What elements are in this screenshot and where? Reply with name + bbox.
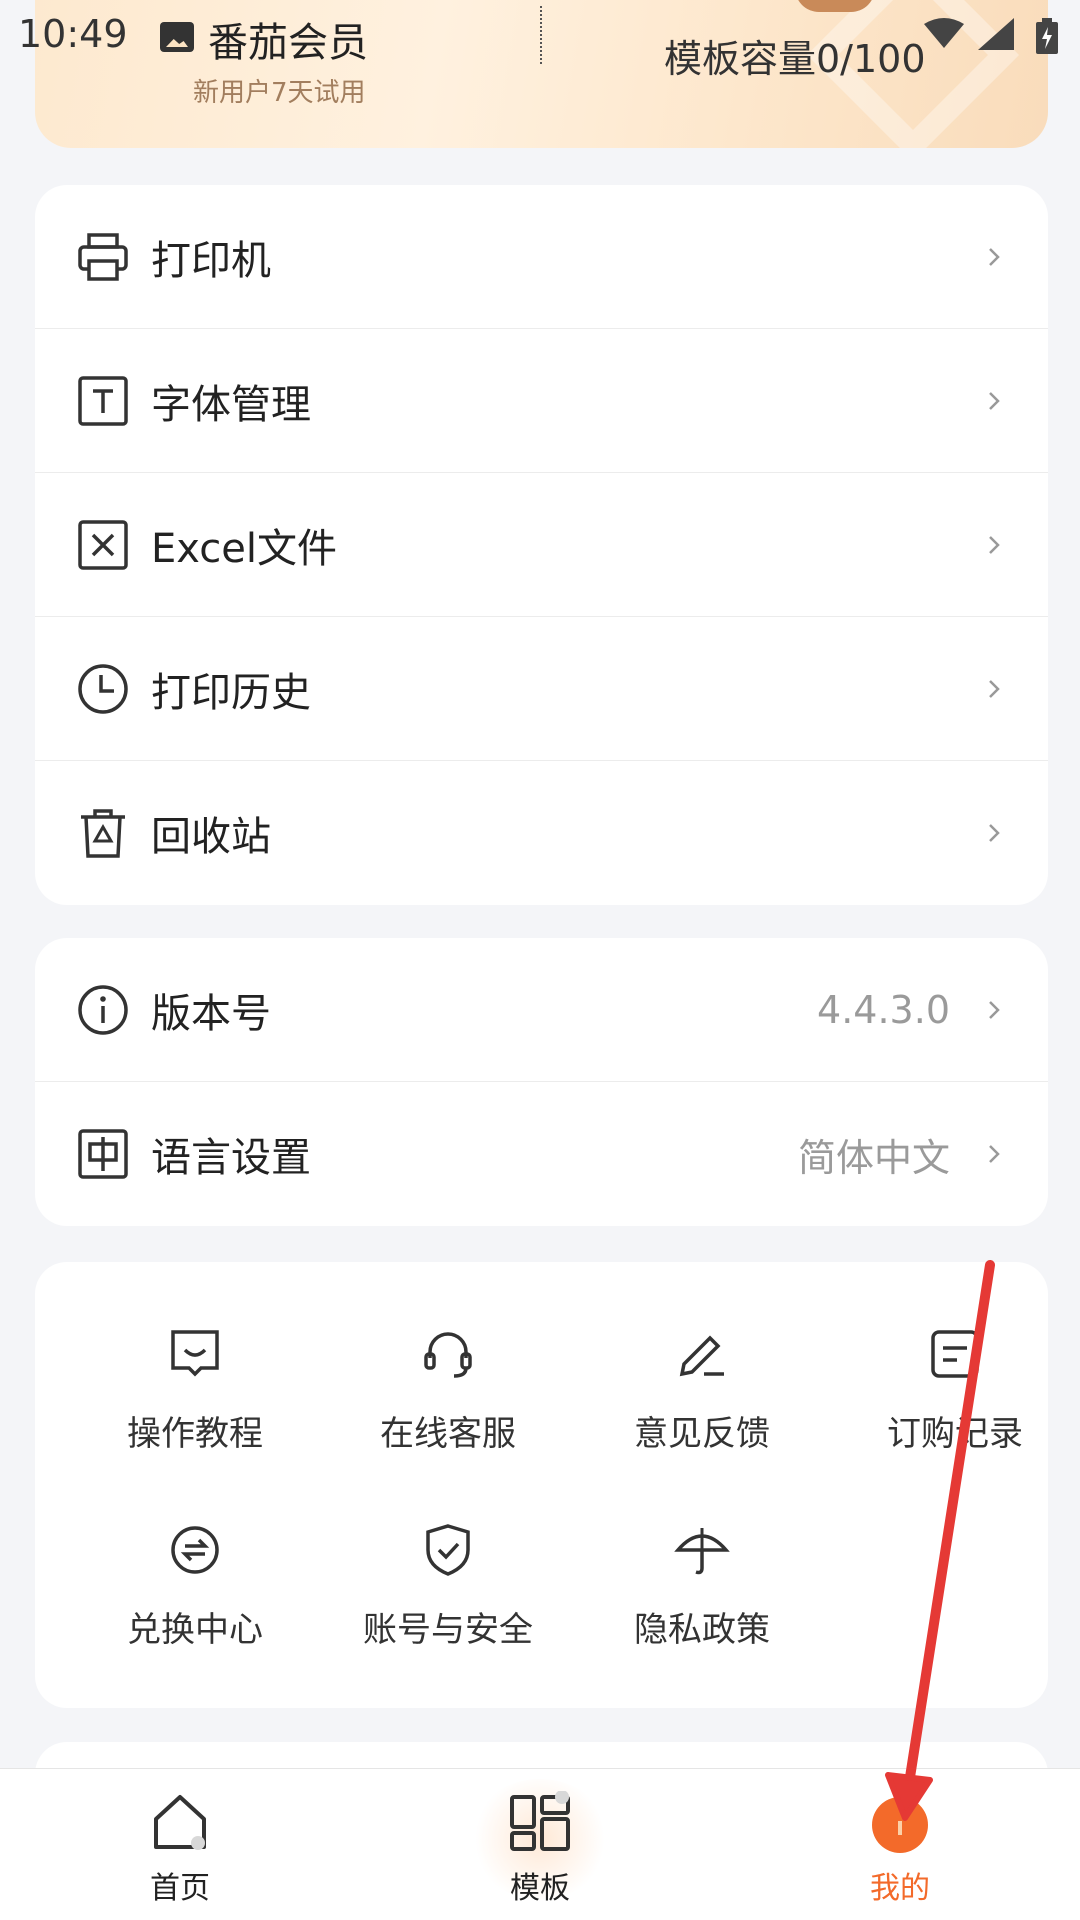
menu-item-label: 语言设置: [151, 1135, 311, 1181]
menu-item-label: 打印机: [151, 237, 271, 284]
tutorial-icon: [171, 1330, 219, 1377]
chevron-right-icon: [989, 679, 1000, 698]
chevron-right-icon: [989, 535, 1000, 554]
grid-item-label: 意见反馈: [634, 1414, 770, 1454]
menu-item-excel[interactable]: Excel文件: [35, 473, 1048, 617]
services-grid-card: 操作教程 在线客服 意见反馈 订购记录 兑换中心 账号与安全 隐私政策: [35, 1262, 1048, 1708]
printer-icon: [78, 232, 128, 281]
wifi-icon: [924, 18, 964, 48]
headset-icon: [424, 1332, 472, 1378]
grid-item-label: 在线客服: [380, 1414, 516, 1454]
nav-label: 模板: [510, 1871, 570, 1906]
home-icon: [154, 1795, 206, 1850]
menu-item-label: 回收站: [151, 814, 271, 860]
grid-item-privacy-policy[interactable]: 隐私政策: [592, 1520, 812, 1670]
image-notification-icon: [160, 22, 194, 52]
language-value: 简体中文: [797, 1135, 950, 1180]
grid-item-customer-service[interactable]: 在线客服: [338, 1324, 558, 1474]
settings-card: 版本号 4.4.3.0 语言设置 简体中文: [35, 938, 1048, 1226]
member-title: 番茄会员: [208, 20, 368, 66]
grid-item-label: 兑换中心: [127, 1610, 263, 1650]
grid-item-account-security[interactable]: 账号与安全: [338, 1520, 558, 1670]
chevron-right-icon: [989, 247, 1000, 266]
clock-icon: [78, 663, 128, 714]
menu-item-label: 字体管理: [151, 381, 311, 428]
font-icon: [78, 375, 128, 426]
template-capacity: 模板容量0/100: [664, 37, 926, 81]
menu-item-printer[interactable]: 打印机: [35, 185, 1048, 329]
battery-icon: [1036, 18, 1058, 54]
menu-item-recycle-bin[interactable]: 回收站: [35, 761, 1048, 905]
signal-icon: [978, 18, 1014, 50]
shield-icon: [426, 1524, 470, 1576]
chevron-right-icon: [989, 824, 1000, 842]
nav-label: 首页: [150, 1871, 210, 1906]
menu-item-version[interactable]: 版本号 4.4.3.0: [35, 938, 1048, 1082]
exchange-icon: [171, 1526, 219, 1574]
bottom-nav: 首页 模板 我的: [0, 1768, 1080, 1920]
umbrella-icon: [674, 1528, 730, 1575]
main-menu-card: 打印机 字体管理 Excel文件 打印历史 回收站: [35, 185, 1048, 905]
chevron-right-icon: [989, 391, 1000, 410]
nav-item-templates[interactable]: 模板: [440, 1769, 640, 1920]
nav-label: 我的: [870, 1871, 930, 1906]
profile-icon: [872, 1797, 928, 1853]
grid-item-tutorial[interactable]: 操作教程: [85, 1324, 305, 1474]
menu-item-label: 打印历史: [151, 669, 311, 716]
grid-item-exchange[interactable]: 兑换中心: [85, 1520, 305, 1670]
menu-item-language[interactable]: 语言设置 简体中文: [35, 1082, 1048, 1226]
menu-item-label: 版本号: [151, 990, 271, 1037]
excel-icon: [78, 519, 128, 570]
status-time: 10:49: [18, 12, 128, 56]
grid-item-orders[interactable]: 订购记录: [845, 1324, 1065, 1474]
grid-item-feedback[interactable]: 意见反馈: [592, 1324, 812, 1474]
recycle-bin-icon: [81, 809, 125, 858]
menu-item-fonts[interactable]: 字体管理: [35, 329, 1048, 473]
profile-page: 10:49 番茄会员 新用户7天试用 模板容量0/100 打印机 字体管理 Ex…: [0, 0, 1080, 1920]
template-icon: [510, 1791, 570, 1851]
pen-icon: [679, 1335, 724, 1377]
version-value: 4.4.3.0: [817, 987, 950, 1032]
menu-item-label: Excel文件: [151, 525, 337, 572]
info-icon: [78, 984, 128, 1035]
chevron-right-icon: [989, 1000, 1000, 1019]
orders-icon: [931, 1330, 979, 1378]
nav-item-home[interactable]: 首页: [80, 1769, 280, 1920]
card-divider: [540, 6, 542, 64]
grid-item-label: 隐私政策: [634, 1610, 770, 1650]
member-subtitle: 新用户7天试用: [193, 78, 366, 108]
nav-item-profile[interactable]: 我的: [800, 1769, 1000, 1920]
grid-item-label: 账号与安全: [363, 1610, 533, 1650]
menu-item-print-history[interactable]: 打印历史: [35, 617, 1048, 761]
grid-item-label: 订购记录: [887, 1414, 1023, 1454]
chevron-right-icon: [989, 1145, 1000, 1163]
grid-item-label: 操作教程: [127, 1414, 263, 1454]
language-icon: [78, 1129, 128, 1179]
